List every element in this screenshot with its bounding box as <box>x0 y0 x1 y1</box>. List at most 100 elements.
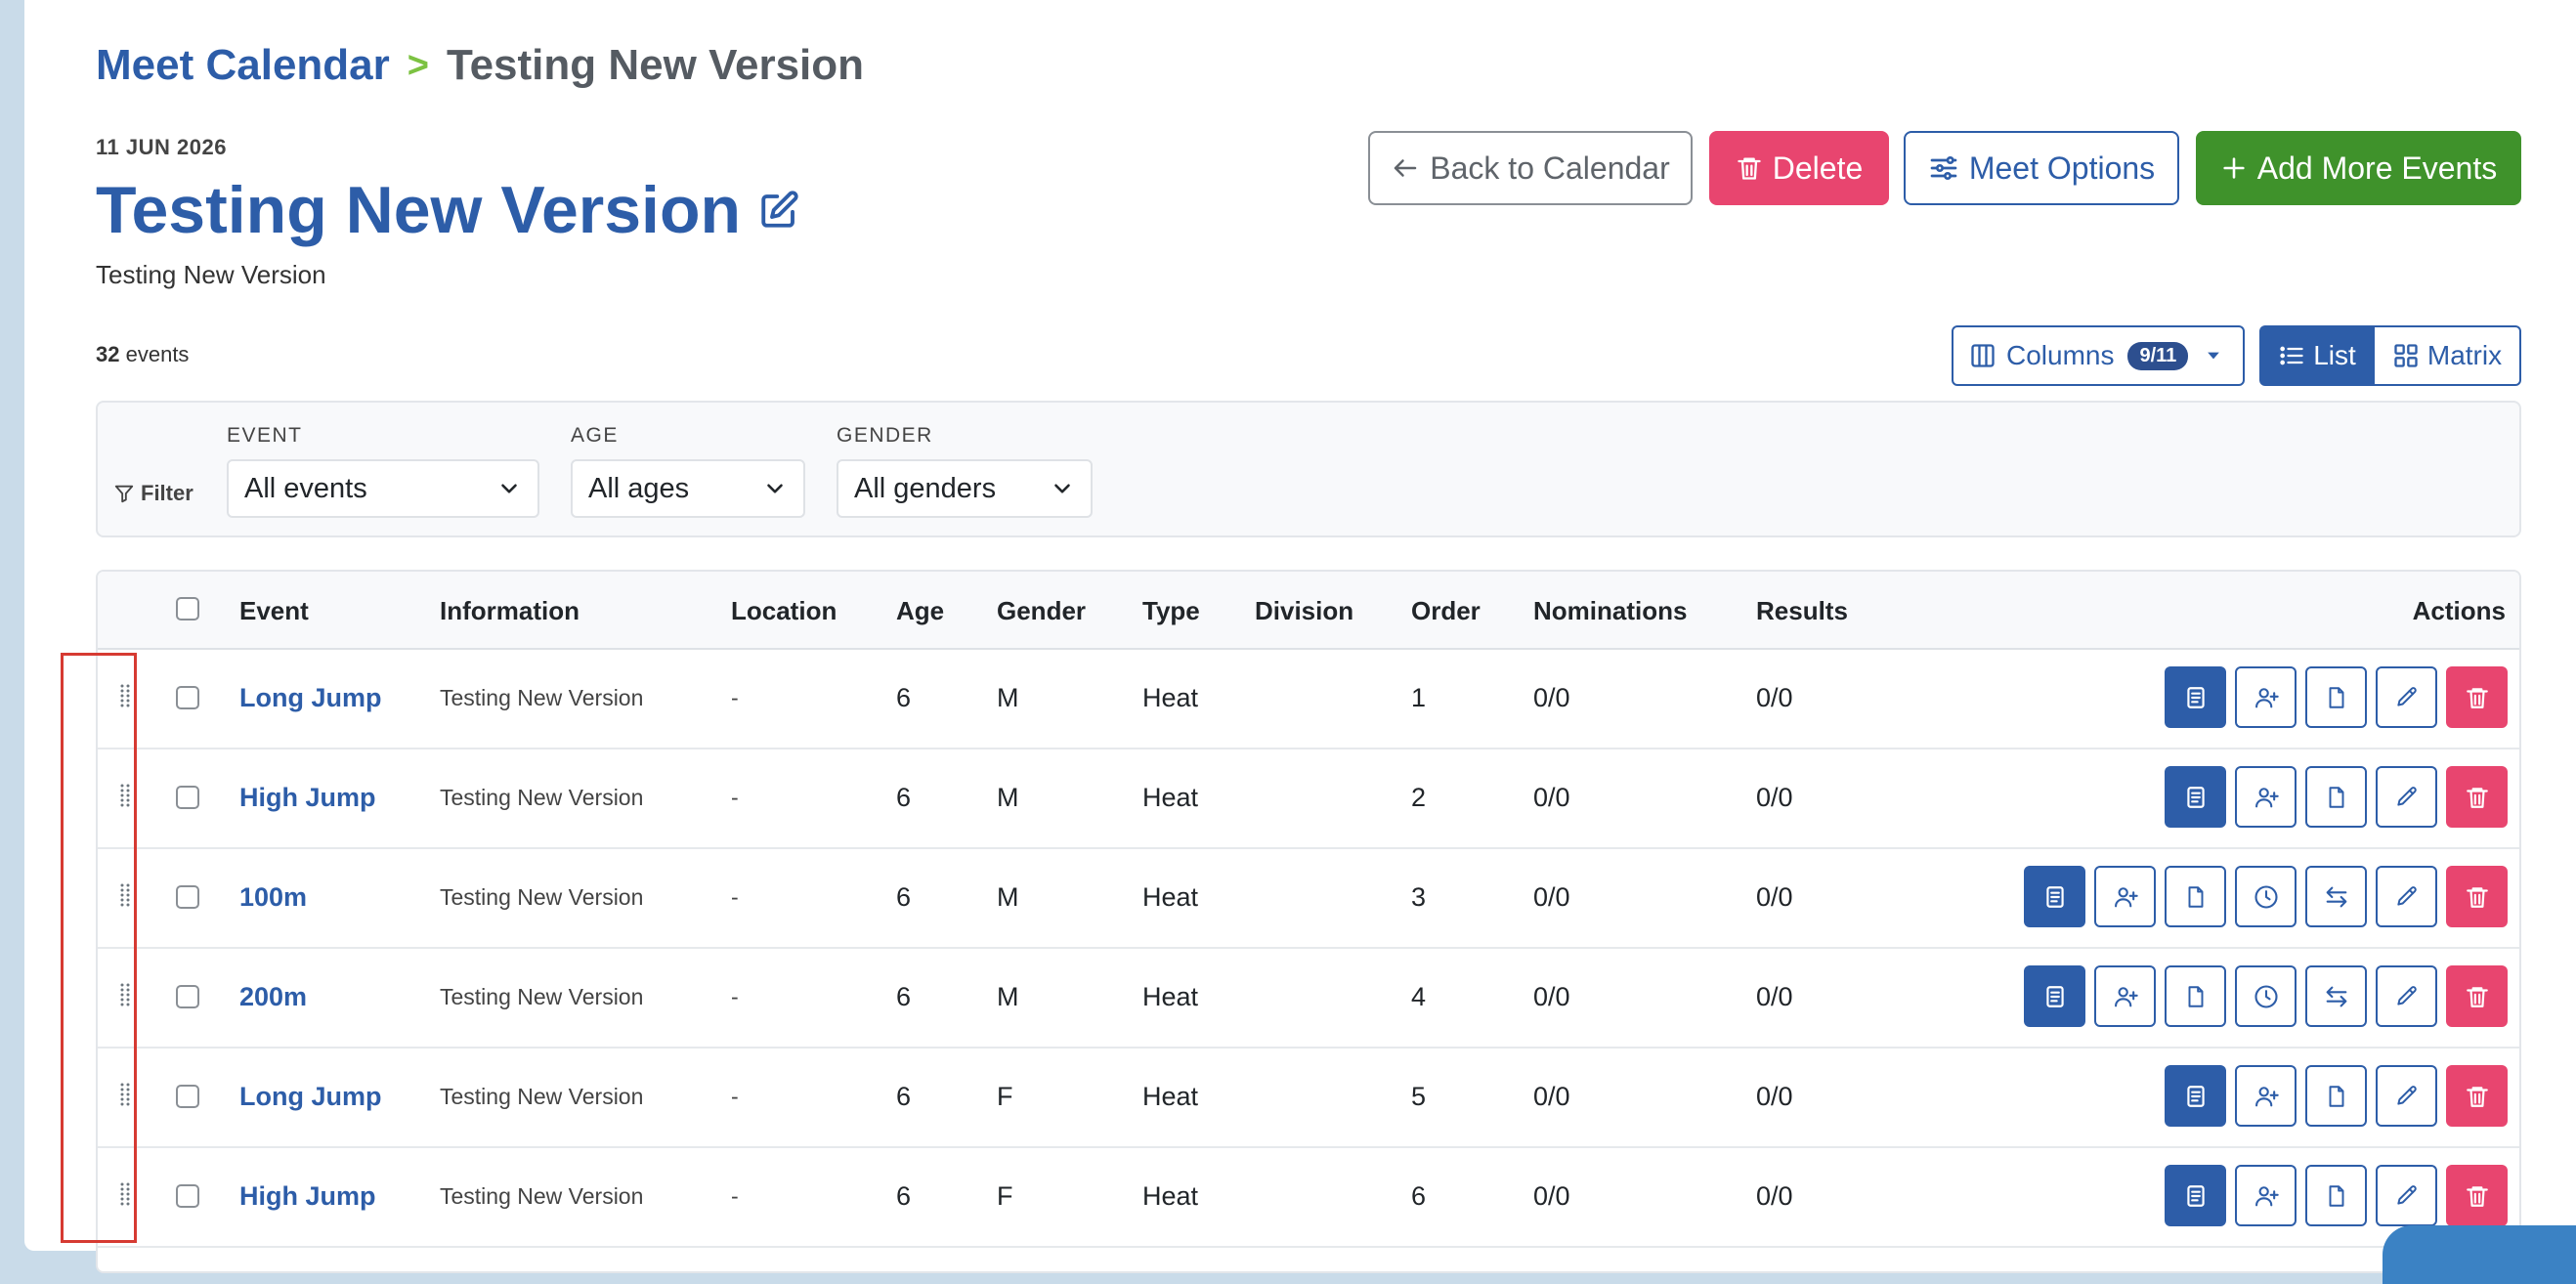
edit-action-button[interactable] <box>2376 666 2437 728</box>
event-filter-select[interactable]: All events <box>227 459 539 518</box>
details-action-button[interactable] <box>2165 1165 2226 1226</box>
row-checkbox[interactable] <box>176 885 199 909</box>
add-athlete-icon <box>2253 1083 2280 1110</box>
events-table: Event Information Location Age Gender Ty… <box>96 570 2521 1273</box>
list-view-button[interactable]: List <box>2259 325 2375 386</box>
delete-label: Delete <box>1772 150 1864 186</box>
delete-meet-button[interactable]: Delete <box>1709 131 1889 205</box>
edit-title-icon[interactable] <box>758 190 799 231</box>
row-checkbox[interactable] <box>176 1184 199 1208</box>
file-action-button[interactable] <box>2165 965 2226 1027</box>
add-athlete-action-button[interactable] <box>2235 1165 2297 1226</box>
add-athlete-action-button[interactable] <box>2235 1065 2297 1127</box>
add-athlete-action-button[interactable] <box>2235 666 2297 728</box>
clock-icon <box>2253 883 2280 911</box>
event-name-link[interactable]: 200m <box>239 982 307 1012</box>
header-information[interactable]: Information <box>440 596 580 626</box>
type-cell: Heat <box>1142 882 1199 912</box>
location-cell: - <box>731 984 739 1009</box>
gender-cell: M <box>997 982 1019 1011</box>
add-athlete-action-button[interactable] <box>2094 866 2156 927</box>
row-checkbox[interactable] <box>176 1085 199 1108</box>
details-action-button[interactable] <box>2165 766 2226 828</box>
matrix-view-button[interactable]: Matrix <box>2375 325 2521 386</box>
breadcrumb-current: Testing New Version <box>446 41 865 89</box>
event-name-link[interactable]: Long Jump <box>239 1082 381 1112</box>
trash-action-button[interactable] <box>2446 866 2508 927</box>
details-action-button[interactable] <box>2024 866 2085 927</box>
file-action-button[interactable] <box>2305 666 2367 728</box>
back-to-calendar-button[interactable]: Back to Calendar <box>1368 131 1693 205</box>
header-gender[interactable]: Gender <box>997 596 1086 626</box>
trash-action-button[interactable] <box>2446 1165 2508 1226</box>
columns-toggle-button[interactable]: Columns 9/11 <box>1952 325 2245 386</box>
header-results[interactable]: Results <box>1756 596 1848 626</box>
order-cell: 2 <box>1411 783 1427 812</box>
gender-cell: M <box>997 683 1019 712</box>
events-count-label: events <box>125 342 190 366</box>
list-icon <box>2280 346 2303 365</box>
floating-help-button[interactable] <box>2383 1225 2576 1284</box>
edit-action-button[interactable] <box>2376 1165 2437 1226</box>
edit-action-button[interactable] <box>2376 1065 2437 1127</box>
select-all-checkbox[interactable] <box>176 597 199 621</box>
details-action-button[interactable] <box>2165 1065 2226 1127</box>
file-action-button[interactable] <box>2165 866 2226 927</box>
header-order[interactable]: Order <box>1411 596 1481 626</box>
add-athlete-action-button[interactable] <box>2235 766 2297 828</box>
trash-icon <box>2465 1084 2490 1109</box>
age-cell: 6 <box>896 783 912 812</box>
trash-action-button[interactable] <box>2446 666 2508 728</box>
event-filter-caption: EVENT <box>227 424 303 447</box>
table-row: 200m Testing New Version - 6 M Heat 4 0/0 0/0 <box>98 947 2519 1049</box>
edit-icon <box>2394 884 2420 910</box>
header-event[interactable]: Event <box>239 596 309 626</box>
edit-action-button[interactable] <box>2376 965 2437 1027</box>
header-age[interactable]: Age <box>896 596 944 626</box>
row-checkbox[interactable] <box>176 686 199 709</box>
swap-action-button[interactable] <box>2305 866 2367 927</box>
header-location[interactable]: Location <box>731 596 837 626</box>
edit-action-button[interactable] <box>2376 866 2437 927</box>
breadcrumb-meet-calendar-link[interactable]: Meet Calendar <box>96 41 390 90</box>
file-action-button[interactable] <box>2305 766 2367 828</box>
add-athlete-action-button[interactable] <box>2094 965 2156 1027</box>
header-division[interactable]: Division <box>1255 596 1353 626</box>
caret-down-icon <box>2208 352 2220 360</box>
columns-label: Columns <box>2006 340 2115 370</box>
header-nominations[interactable]: Nominations <box>1533 596 1687 626</box>
file-action-button[interactable] <box>2305 1165 2367 1226</box>
results-cell: 0/0 <box>1756 683 1793 712</box>
event-name-link[interactable]: 100m <box>239 882 307 913</box>
add-more-events-button[interactable]: Add More Events <box>2196 131 2521 205</box>
edit-action-button[interactable] <box>2376 766 2437 828</box>
event-name-link[interactable]: Long Jump <box>239 683 381 713</box>
file-action-button[interactable] <box>2305 1065 2367 1127</box>
meet-options-button[interactable]: Meet Options <box>1904 131 2179 205</box>
clock-action-button[interactable] <box>2235 866 2297 927</box>
nominations-cell: 0/0 <box>1533 783 1570 812</box>
row-checkbox[interactable] <box>176 985 199 1008</box>
trash-action-button[interactable] <box>2446 1065 2508 1127</box>
event-name-link[interactable]: High Jump <box>239 1181 376 1212</box>
header-type[interactable]: Type <box>1142 596 1200 626</box>
age-filter-select[interactable]: All ages <box>571 459 805 518</box>
edit-icon <box>2394 984 2420 1009</box>
row-actions <box>2165 1065 2508 1127</box>
clock-action-button[interactable] <box>2235 965 2297 1027</box>
table-row: High Jump Testing New Version - 6 F Heat 6 0/0 0… <box>98 1146 2519 1248</box>
meet-subtitle: Testing New Version <box>96 260 326 289</box>
trash-action-button[interactable] <box>2446 766 2508 828</box>
results-cell: 0/0 <box>1756 783 1793 812</box>
meet-date: 11 JUN 2026 <box>96 135 227 159</box>
gender-filter-select[interactable]: All genders <box>837 459 1093 518</box>
nominations-cell: 0/0 <box>1533 683 1570 712</box>
columns-count-badge: 9/11 <box>2127 341 2189 370</box>
details-action-button[interactable] <box>2024 965 2085 1027</box>
trash-action-button[interactable] <box>2446 965 2508 1027</box>
details-icon <box>2183 785 2209 810</box>
event-name-link[interactable]: High Jump <box>239 783 376 813</box>
swap-action-button[interactable] <box>2305 965 2367 1027</box>
details-action-button[interactable] <box>2165 666 2226 728</box>
row-checkbox[interactable] <box>176 786 199 809</box>
